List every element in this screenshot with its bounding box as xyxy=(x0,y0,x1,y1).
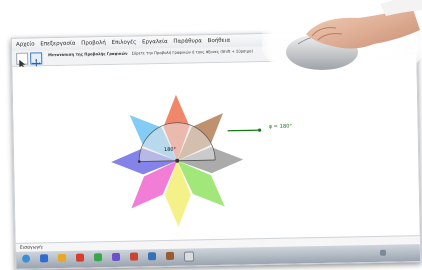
menu-windows[interactable]: Παράθυρα xyxy=(173,38,202,45)
geogebra-icon[interactable] xyxy=(183,251,195,262)
move-tool-button[interactable] xyxy=(16,52,29,68)
tool-hint-text: Σύρετε την Προβολή Γραφικών ή τους άξονε… xyxy=(131,48,253,56)
app-icon-3[interactable] xyxy=(147,252,157,261)
slider-track xyxy=(227,129,260,132)
move-graphics-view-button[interactable] xyxy=(30,52,43,68)
menu-help[interactable]: Βοήθεια xyxy=(208,38,231,44)
menu-options[interactable]: Επιλογές xyxy=(112,40,137,46)
tray-icon[interactable] xyxy=(379,249,387,256)
hand-mouse-illustration xyxy=(262,0,422,80)
tool-hint: Μετατόπιση της Προβολής Γραφικών Σύρετε τ… xyxy=(48,48,253,57)
tool-name: Μετατόπιση της Προβολής Γραφικών xyxy=(48,50,128,58)
app-icon-1[interactable] xyxy=(111,252,121,262)
slider-handle xyxy=(258,128,262,132)
menu-file[interactable]: Αρχείο xyxy=(16,41,35,47)
media-icon[interactable] xyxy=(75,253,85,262)
menu-tools[interactable]: Εργαλεία xyxy=(142,39,168,45)
angle-slider: φ = 180° xyxy=(227,124,293,132)
input-bar-label: Εισαγωγή: xyxy=(19,245,44,251)
app-icon-2[interactable] xyxy=(129,252,139,261)
start-button-icon[interactable] xyxy=(21,254,31,263)
browser-icon[interactable] xyxy=(39,254,49,263)
slider-label: φ = 180° xyxy=(269,124,293,130)
flower-construction: 180° φ = 180° xyxy=(111,94,293,227)
graphics-view[interactable]: 180° φ = 180° xyxy=(12,59,420,243)
chrome-icon[interactable] xyxy=(93,253,103,262)
menu-view[interactable]: Προβολή xyxy=(81,40,106,46)
menu-edit[interactable]: Επεξεργασία xyxy=(40,41,75,48)
angle-label: 180° xyxy=(164,147,177,153)
folder-icon[interactable] xyxy=(57,253,67,263)
app-icon-4[interactable] xyxy=(165,251,175,260)
